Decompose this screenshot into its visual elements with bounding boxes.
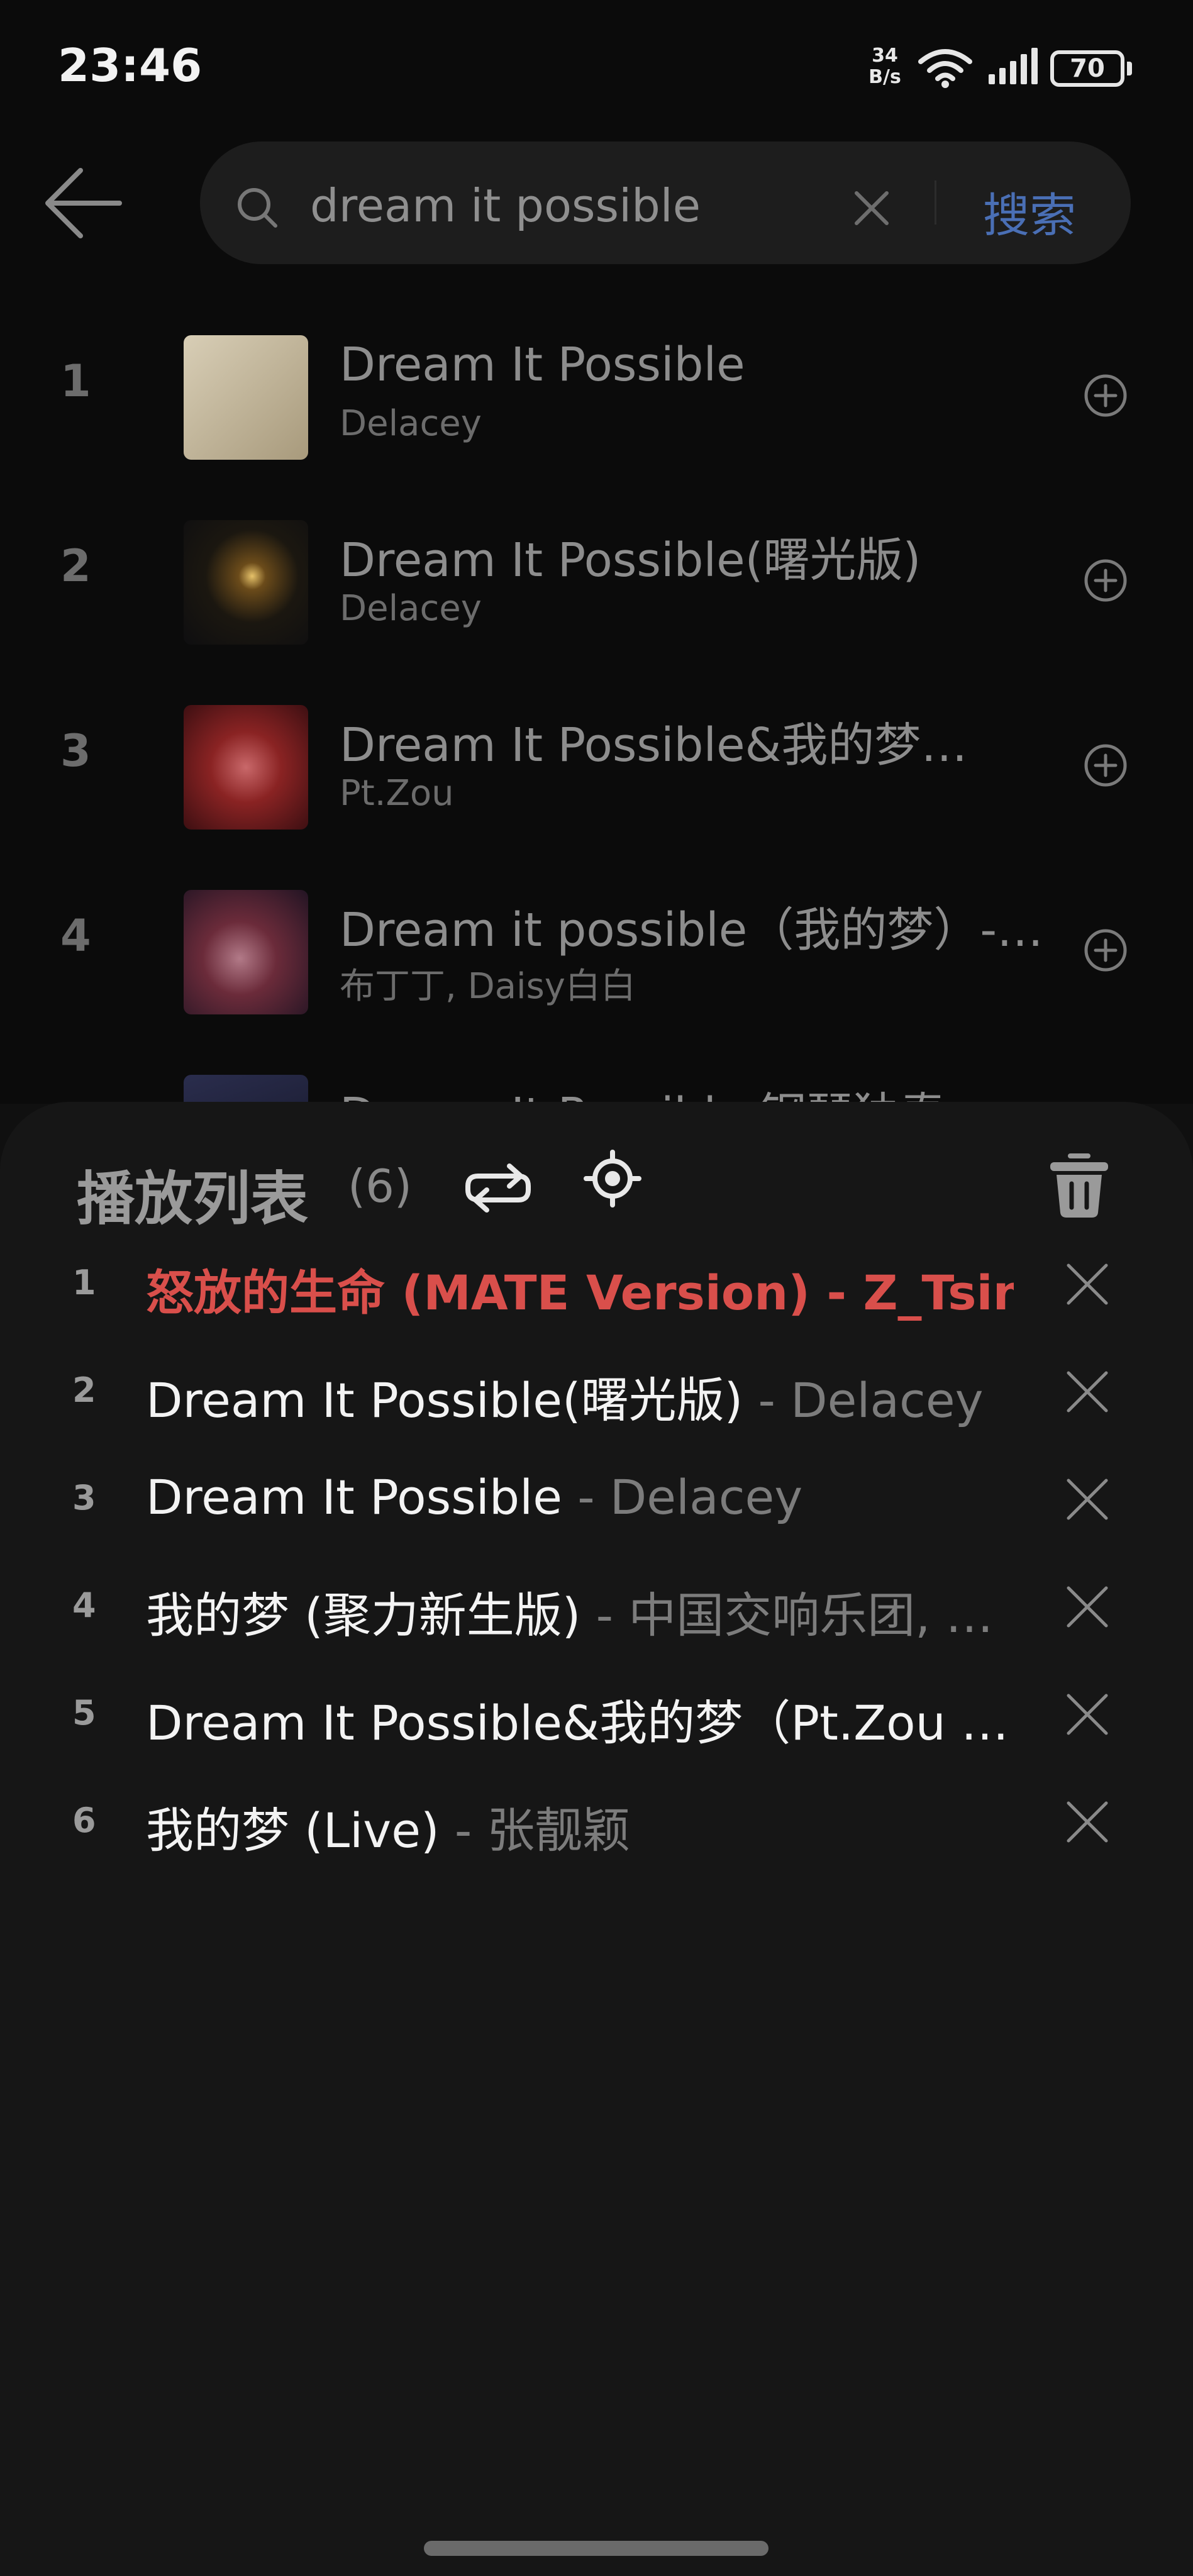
result-artist: Delacey — [340, 588, 482, 629]
playlist-item[interactable]: 2 Dream It Possible(曙光版) - Delacey — [0, 1338, 1193, 1445]
locate-icon[interactable] — [584, 1150, 641, 1208]
add-to-playlist-icon[interactable] — [1083, 558, 1128, 603]
net-speed: 34 B/s — [863, 45, 907, 88]
result-row[interactable]: 3 Dream It Possible&我的梦… Pt.Zou — [0, 650, 1193, 835]
result-index: 4 — [60, 910, 91, 962]
home-indicator[interactable] — [424, 2541, 769, 2556]
playlist-index: 1 — [72, 1263, 96, 1302]
playlist-item[interactable]: 6 我的梦 (Live) - 张靓颖 — [0, 1768, 1193, 1875]
remove-icon[interactable] — [1065, 1262, 1110, 1307]
result-title: Dream It Possible&我的梦… — [340, 718, 968, 772]
playlist-artist: Z_Tsin — [863, 1265, 1014, 1321]
battery-level: 70 — [1070, 54, 1105, 83]
playlist-separator: - — [743, 1372, 791, 1428]
result-row[interactable]: Dream It Possible 钢琴独奏 — [0, 1019, 1193, 1104]
album-cover — [184, 705, 308, 830]
add-to-playlist-icon[interactable] — [1083, 373, 1128, 418]
album-cover — [184, 1075, 308, 1104]
result-artist: Delacey — [340, 403, 482, 444]
clear-icon[interactable] — [853, 189, 891, 227]
playlist-index: 2 — [72, 1370, 96, 1410]
playlist-sheet: 播放列表 (6) 1 怒放的生命 (MATE Version) - Z_Tsin… — [0, 1102, 1193, 2576]
remove-icon[interactable] — [1065, 1477, 1110, 1522]
playlist-song: 怒放的生命 (MATE Version) — [146, 1265, 810, 1321]
battery-cap — [1127, 62, 1132, 75]
playlist-artist: 张靓颖 — [487, 1802, 631, 1858]
playlist-entry: 怒放的生命 (MATE Version) - Z_Tsin — [146, 1254, 1014, 1323]
search-input[interactable]: dream it possible 搜索 — [200, 142, 1131, 264]
result-row[interactable]: 2 Dream It Possible(曙光版) Delacey — [0, 465, 1193, 650]
playlist-item[interactable]: 5 Dream It Possible&我的梦（Pt.Zou … — [0, 1660, 1193, 1768]
playlist-item[interactable]: 1 怒放的生命 (MATE Version) - Z_Tsin — [0, 1230, 1193, 1338]
playlist-item[interactable]: 3 Dream It Possible - Delacey — [0, 1445, 1193, 1553]
net-speed-value: 34 — [872, 45, 898, 67]
clock: 23:46 — [58, 39, 203, 92]
playlist-song: 我的梦 (聚力新生版) — [146, 1587, 581, 1643]
playlist-index: 5 — [72, 1693, 96, 1733]
status-bar: 23:46 34 B/s 70 — [0, 0, 1193, 135]
album-cover — [184, 520, 308, 645]
remove-icon[interactable] — [1065, 1584, 1110, 1629]
add-to-playlist-icon[interactable] — [1083, 743, 1128, 788]
playlist-count: (6) — [348, 1160, 412, 1213]
result-index: 3 — [60, 725, 91, 777]
playlist-song: Dream It Possible(曙光版) — [146, 1372, 743, 1428]
trash-icon[interactable] — [1048, 1150, 1111, 1219]
playlist-entry: Dream It Possible - Delacey — [146, 1469, 1014, 1525]
wifi-icon — [918, 49, 972, 88]
remove-icon[interactable] — [1065, 1799, 1110, 1845]
album-cover — [184, 335, 308, 460]
playlist-title: 播放列表 — [77, 1165, 309, 1233]
result-row[interactable]: 4 Dream it possible（我的梦）-… 布丁丁, Daisy白白 — [0, 835, 1193, 1019]
repeat-icon[interactable] — [460, 1153, 536, 1216]
playlist-entry: Dream It Possible&我的梦（Pt.Zou … — [146, 1684, 1014, 1753]
result-index: 2 — [60, 540, 91, 592]
playlist-separator: - — [439, 1802, 487, 1858]
result-artist: Pt.Zou — [340, 773, 454, 814]
remove-icon[interactable] — [1065, 1369, 1110, 1414]
playlist-artist: Delacey — [609, 1469, 803, 1525]
album-cover — [184, 890, 308, 1014]
search-divider — [935, 180, 936, 225]
playlist-index: 6 — [72, 1801, 96, 1840]
playlist-index: 3 — [72, 1478, 96, 1518]
back-arrow-icon[interactable] — [43, 165, 125, 241]
result-row[interactable]: 1 Dream It Possible Delacey — [0, 280, 1193, 465]
playlist-artist: 中国交响乐团, … — [628, 1587, 994, 1643]
result-index: 1 — [60, 355, 91, 407]
search-header: dream it possible 搜索 — [0, 135, 1193, 280]
playlist-separator: - — [809, 1265, 863, 1321]
search-query[interactable]: dream it possible — [310, 179, 701, 232]
playlist-index: 4 — [72, 1585, 96, 1625]
playlist-separator: - — [580, 1587, 629, 1643]
battery-icon: 70 — [1050, 50, 1124, 87]
add-to-playlist-icon[interactable] — [1083, 928, 1128, 973]
playlist-separator: - — [562, 1469, 610, 1525]
playlist-artist: Delacey — [791, 1372, 984, 1428]
result-artist: 布丁丁, Daisy白白 — [340, 966, 636, 1007]
result-title: Dream It Possible(曙光版) — [340, 533, 921, 587]
search-button[interactable]: 搜索 — [983, 178, 1076, 245]
search-results: 1 Dream It Possible Delacey 2 Dream It P… — [0, 280, 1193, 1104]
playlist-entry: 我的梦 (聚力新生版) - 中国交响乐团, … — [146, 1577, 1014, 1646]
result-title: Dream it possible（我的梦）-… — [340, 903, 1044, 957]
signal-icon — [989, 48, 1038, 84]
playlist-entry: Dream It Possible(曙光版) - Delacey — [146, 1362, 1014, 1431]
net-speed-unit: B/s — [868, 66, 901, 88]
result-title: Dream It Possible — [340, 338, 745, 392]
playlist-entry: 我的梦 (Live) - 张靓颖 — [146, 1792, 1014, 1861]
remove-icon[interactable] — [1065, 1692, 1110, 1737]
playlist-song: Dream It Possible&我的梦（Pt.Zou … — [146, 1695, 1009, 1751]
result-title: Dream It Possible 钢琴独奏 — [340, 1077, 1050, 1104]
playlist-song: Dream It Possible — [146, 1469, 563, 1525]
playlist-item[interactable]: 4 我的梦 (聚力新生版) - 中国交响乐团, … — [0, 1553, 1193, 1660]
playlist-song: 我的梦 (Live) — [146, 1802, 440, 1858]
search-icon — [238, 188, 277, 228]
